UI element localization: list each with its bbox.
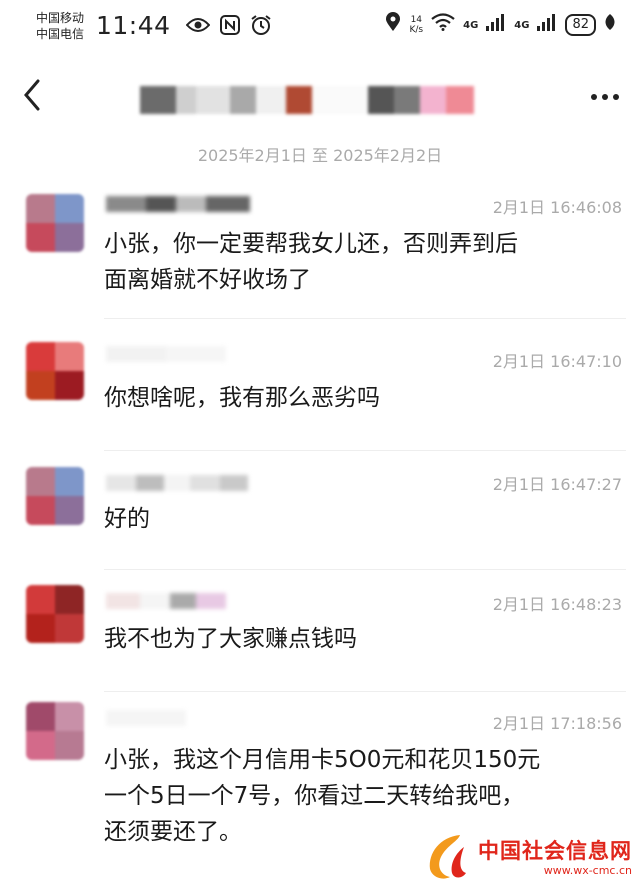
message-line: 一个5日一个7号，你看过二天转给我吧，	[104, 783, 525, 809]
signal-icon	[486, 13, 506, 37]
message-line: 你想啥呢，我有那么恶劣吗	[104, 385, 380, 411]
signal-icon	[537, 13, 557, 37]
avatar	[26, 194, 84, 252]
divider	[104, 450, 626, 451]
watermark-name: 中国社会信息网	[478, 838, 632, 863]
message-line: 小张，我这个月信用卡5O0元和花贝150元	[104, 747, 541, 773]
status-icons-right: 14 K/s 4G 4G 82	[385, 12, 616, 38]
avatar	[26, 342, 84, 400]
sender-name-redacted	[106, 196, 250, 214]
divider	[104, 569, 626, 570]
list-item: 2月1日 16:47:10 你想啥呢，我有那么恶劣吗	[0, 340, 640, 455]
location-icon	[385, 12, 401, 38]
message-timestamp: 2月1日 17:18:56	[492, 714, 622, 733]
network-type-1: 4G	[463, 19, 479, 31]
more-options-button[interactable]	[590, 80, 620, 108]
network-speed: 14 K/s	[409, 15, 423, 35]
avatar	[26, 467, 84, 525]
message-line: 好的	[104, 506, 150, 532]
avatar	[26, 702, 84, 760]
nfc-icon	[220, 15, 240, 41]
message-text: 好的	[104, 501, 624, 537]
sender-name-redacted	[106, 710, 186, 728]
status-bar: 中国移动 中国电信 11:44 14 K/s 4G 4G 82	[0, 0, 640, 56]
chat-title-redacted	[140, 86, 474, 116]
avatar	[26, 585, 84, 643]
message-line: 小张，你一定要帮我女儿还，否则弄到后	[104, 231, 518, 257]
carrier-labels: 中国移动 中国电信	[36, 10, 84, 42]
message-text: 你想啥呢，我有那么恶劣吗	[104, 380, 624, 416]
network-speed-unit: K/s	[409, 25, 424, 35]
battery-indicator: 82	[565, 14, 596, 36]
network-type-2: 4G	[514, 19, 530, 31]
sender-name-redacted	[106, 475, 248, 493]
list-item: 2月1日 16:46:08 小张，你一定要帮我女儿还，否则弄到后 面离婚就不好收…	[0, 190, 640, 320]
message-line: 面离婚就不好收场了	[104, 267, 311, 293]
back-button[interactable]	[22, 78, 42, 120]
leaf-icon	[604, 13, 616, 37]
date-range-label: 2025年2月1日 至 2025年2月2日	[197, 146, 443, 165]
divider	[104, 691, 626, 692]
carrier-1: 中国移动	[36, 11, 85, 25]
list-item: 2月1日 16:47:27 好的	[0, 465, 640, 580]
message-timestamp: 2月1日 16:47:27	[492, 475, 622, 494]
divider	[104, 318, 626, 319]
eye-icon	[185, 17, 211, 39]
message-text: 小张，你一定要帮我女儿还，否则弄到后 面离婚就不好收场了	[104, 226, 624, 298]
carrier-2: 中国电信	[36, 27, 85, 41]
list-item: 2月1日 16:48:23 我不也为了大家赚点钱吗	[0, 583, 640, 695]
wifi-icon	[431, 13, 455, 37]
status-time: 11:44	[96, 11, 171, 40]
sender-name-redacted	[106, 346, 226, 364]
message-timestamp: 2月1日 16:46:08	[492, 198, 622, 217]
message-line: 我不也为了大家赚点钱吗	[104, 626, 357, 652]
network-speed-value: 14	[410, 15, 423, 25]
site-watermark: 中国社会信息网 www.wx-cmc.cn	[420, 831, 632, 883]
title-bar	[0, 66, 640, 126]
message-timestamp: 2月1日 16:48:23	[492, 595, 622, 614]
watermark-url: www.wx-cmc.cn	[543, 863, 632, 877]
alarm-icon	[250, 14, 272, 42]
status-icons-left	[185, 14, 272, 42]
message-text: 我不也为了大家赚点钱吗	[104, 621, 624, 657]
site-logo-icon	[429, 835, 466, 879]
sender-name-redacted	[106, 593, 226, 611]
message-timestamp: 2月1日 16:47:10	[492, 352, 622, 371]
